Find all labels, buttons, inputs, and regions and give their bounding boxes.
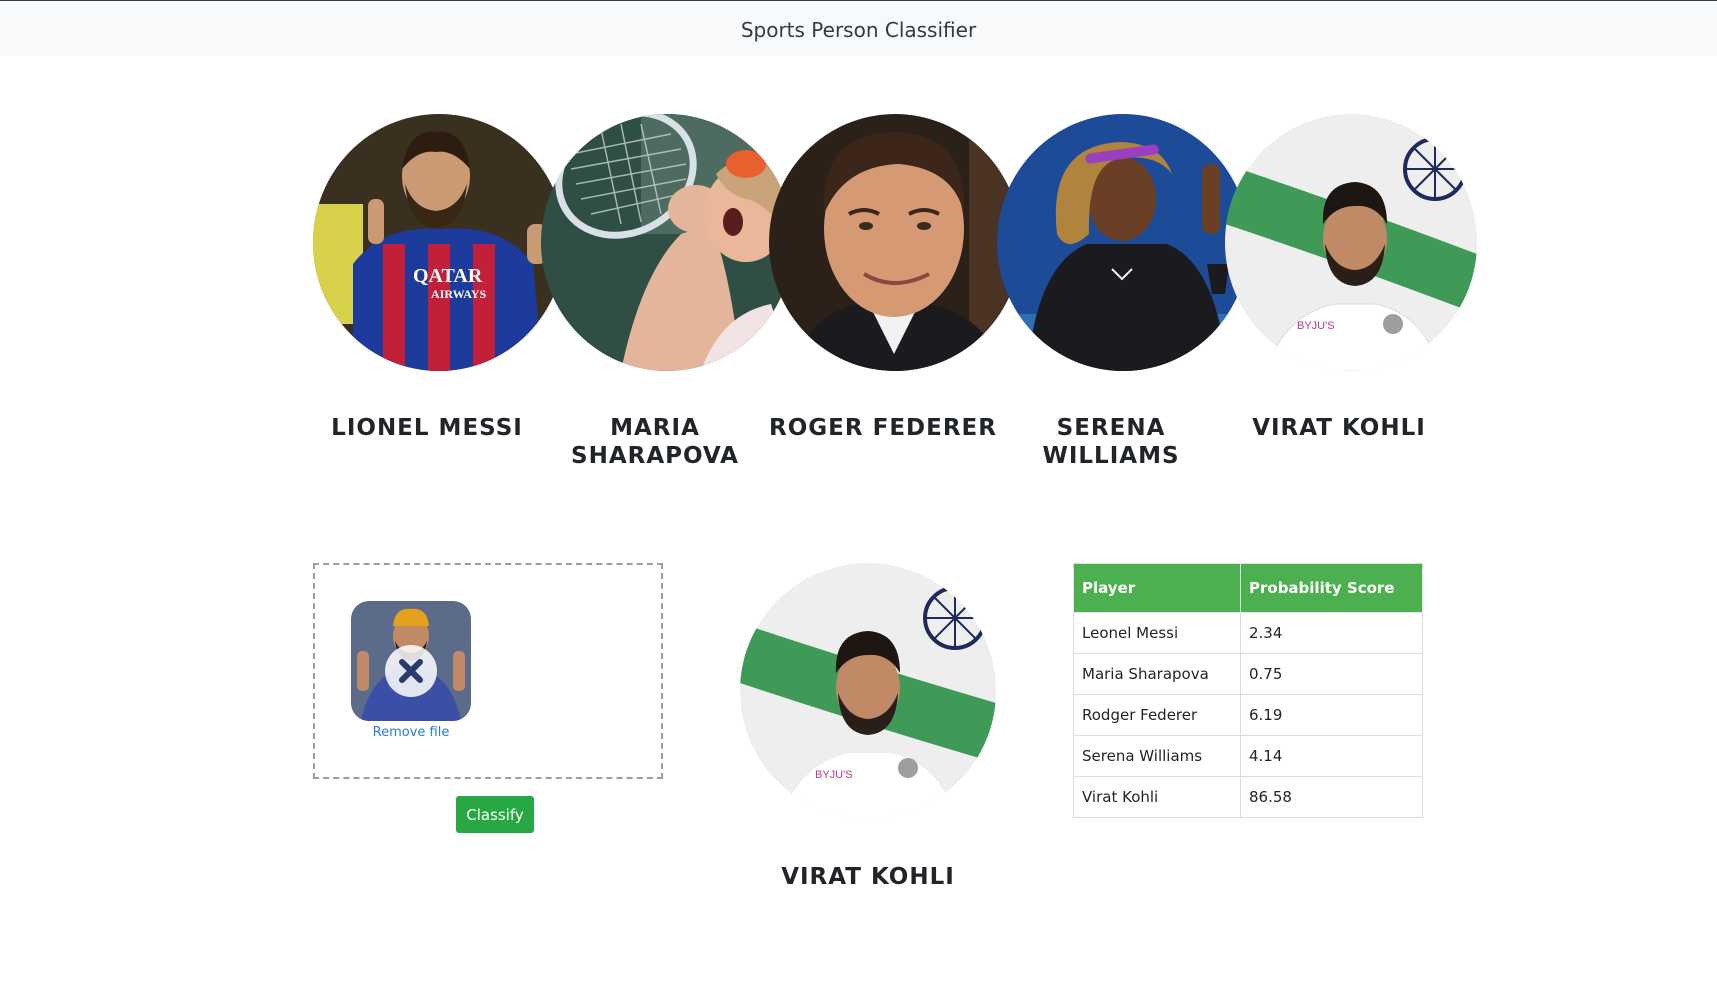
remove-file-link[interactable]: Remove file [351,725,471,740]
player-card-sharapova: MARIA SHARAPOVA [541,114,793,469]
svg-text:BYJU'S: BYJU'S [815,769,853,781]
table-cell-score: 6.19 [1240,694,1423,736]
navbar: Sports Person Classifier [0,0,1717,56]
table-cell-score: 2.34 [1240,612,1423,654]
player-photo-kohli: BYJU'S [1225,114,1477,371]
svg-text:AIRWAYS: AIRWAYS [431,287,486,301]
uploaded-image-thumbnail [351,601,471,721]
player-card-serena: SERENA WILLIAMS [997,114,1249,469]
probability-table: Player Probability Score Leonel Messi 2.… [1073,563,1423,818]
table-cell-player: Serena Williams [1073,735,1241,777]
player-photo-sharapova [541,114,793,371]
table-header-player: Player [1073,563,1241,613]
table-row: Serena Williams 4.14 [1073,735,1423,777]
player-card-kohli: BYJU'S VIRAT KOHLI [1225,114,1477,441]
player-photo-serena [997,114,1249,371]
player-name-sharapova: MARIA SHARAPOVA [571,415,739,469]
player-name-messi: LIONEL MESSI [331,415,523,441]
player-name-kohli: VIRAT KOHLI [1252,415,1426,441]
player-photo-messi: QATAR AIRWAYS [313,114,565,371]
table-row: Rodger Federer 6.19 [1073,694,1423,736]
result-photo: BYJU'S [740,563,996,819]
table-cell-player: Leonel Messi [1073,612,1241,654]
table-cell-score: 4.14 [1240,735,1423,777]
table-cell-score: 0.75 [1240,653,1423,695]
app-title: Sports Person Classifier [740,18,977,42]
table-row: Maria Sharapova 0.75 [1073,653,1423,695]
table-header-row: Player Probability Score [1073,563,1423,613]
classify-button[interactable]: Classify [456,796,534,833]
player-photo-federer [769,114,1021,371]
player-name-federer: ROGER FEDERER [769,415,997,441]
table-cell-player: Virat Kohli [1073,776,1241,818]
upload-dropzone[interactable]: Remove file [313,563,663,779]
result-name: VIRAT KOHLI [781,864,955,890]
table-cell-score: 86.58 [1240,776,1423,818]
svg-text:QATAR: QATAR [413,265,483,287]
player-card-federer: ROGER FEDERER [769,114,1021,441]
player-card-messi: QATAR AIRWAYS LIONEL MESSI [313,114,565,441]
svg-text:BYJU'S: BYJU'S [1297,320,1335,332]
remove-file-icon[interactable] [385,645,437,697]
table-cell-player: Maria Sharapova [1073,653,1241,695]
table-row: Leonel Messi 2.34 [1073,612,1423,654]
player-name-serena: SERENA WILLIAMS [1042,415,1180,469]
table-cell-player: Rodger Federer [1073,694,1241,736]
table-header-score: Probability Score [1240,563,1423,613]
table-row: Virat Kohli 86.58 [1073,776,1423,818]
